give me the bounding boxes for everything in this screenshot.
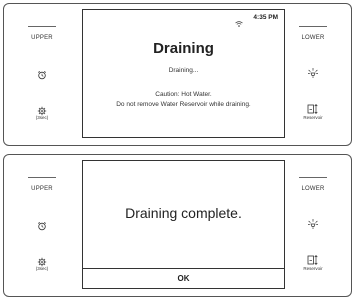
upper-oven-button[interactable]: UPPER bbox=[4, 35, 80, 41]
light-icon[interactable] bbox=[307, 66, 319, 84]
upper-indicator-line bbox=[28, 26, 56, 27]
caution-line-2: Do not remove Water Reservoir while drai… bbox=[116, 100, 251, 108]
caution-message: Caution: Hot Water. Do not remove Water … bbox=[83, 90, 284, 109]
light-icon[interactable] bbox=[307, 217, 319, 235]
lower-oven-button[interactable]: LOWER bbox=[275, 35, 351, 41]
completion-message: Draining complete. bbox=[125, 205, 242, 221]
upper-oven-button[interactable]: UPPER bbox=[4, 186, 80, 192]
screen-subtitle: Draining... bbox=[168, 67, 199, 74]
oven-control-panel-draining: UPPER (3sec) 4:35 PM Draining Draining..… bbox=[3, 3, 352, 146]
right-control-column: LOWER Reservoir bbox=[275, 4, 351, 145]
lower-oven-button[interactable]: LOWER bbox=[275, 186, 351, 192]
display-screen: Draining complete. OK bbox=[82, 160, 285, 289]
settings-hold-caption: (3sec) bbox=[35, 266, 49, 271]
alarm-clock-icon[interactable] bbox=[37, 67, 47, 85]
left-control-column: UPPER (3sec) bbox=[4, 155, 80, 296]
reservoir-caption: Reservoir bbox=[303, 115, 323, 120]
ok-button[interactable]: OK bbox=[83, 268, 284, 288]
reservoir-caption: Reservoir bbox=[303, 266, 323, 271]
left-control-column: UPPER (3sec) bbox=[4, 4, 80, 145]
oven-control-panel-complete: UPPER (3sec) Draining complete. OK LOWER bbox=[3, 154, 352, 297]
settings-hold-caption: (3sec) bbox=[35, 115, 49, 120]
wifi-icon bbox=[235, 14, 243, 32]
right-control-column: LOWER Reservoir bbox=[275, 155, 351, 296]
lower-indicator-line bbox=[299, 26, 327, 27]
alarm-clock-icon[interactable] bbox=[37, 218, 47, 236]
upper-indicator-line bbox=[28, 177, 56, 178]
caution-line-1: Caution: Hot Water. bbox=[155, 91, 212, 98]
display-screen: 4:35 PM Draining Draining... Caution: Ho… bbox=[82, 9, 285, 138]
lower-indicator-line bbox=[299, 177, 327, 178]
screen-title: Draining bbox=[153, 40, 214, 57]
